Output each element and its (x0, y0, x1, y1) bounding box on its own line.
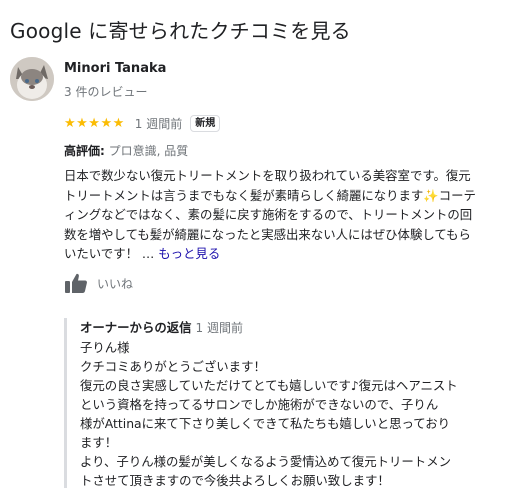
section-title: Google に寄せられたクチコミを見る (10, 19, 351, 43)
owner-reply-header: オーナーからの返信 1 週間前 (80, 318, 508, 336)
review-text-tail: いたいです！ … (64, 246, 155, 261)
owner-reply-line: より、子りん様の髪が美しくなるよう愛情込めて復元トリートメン (80, 454, 451, 469)
reviews-panel: Google に寄せられたクチコミを見る Minori Tanaka 3 件のレ… (0, 0, 510, 502)
positive-points: 高評価: プロ意識, 品質 (64, 142, 188, 159)
owner-reply-line: 様がAttinaに来て下さり美しくできて私たちも嬉しいと思っており (80, 416, 451, 431)
positive-points-label: 高評価: (64, 144, 105, 158)
review-text-line: 日本で数少ない復元トリートメントを取り扱われている美容室です。復元 (64, 168, 471, 183)
review-text-line: 数を増やしても髪が綺麗になったと実感出来ない人にはぜひ体験してもら (64, 226, 471, 242)
star-rating: ★★★★★ (64, 115, 125, 131)
owner-reply: オーナーからの返信 1 週間前 子りん様 クチコミありがとうございます！ 復元の良… (80, 318, 508, 490)
review-text-last-line: いたいです！ … もっと見る (64, 244, 500, 264)
more-link[interactable]: もっと見る (158, 246, 220, 261)
cat-photo-avatar-icon (10, 57, 54, 101)
review-text-line: トリートメントは言うまでもなく髪が素晴らしく綺麗になります✨コーテ (64, 187, 476, 203)
like-label: いいね (97, 276, 134, 291)
like-button[interactable]: いいね (64, 272, 133, 294)
owner-reply-line: クチコミありがとうございます！ (80, 359, 266, 374)
review-text: 日本で数少ない復元トリートメントを取り扱われている美容室です。復元 トリートメン… (64, 166, 500, 264)
reviewer-review-count: 3 件のレビュー (64, 85, 148, 99)
owner-reply-text: 子りん様 クチコミありがとうございます！ 復元の良さ実感していただけてとても嬉し… (80, 338, 508, 490)
owner-reply-line: という資格を持ってるサロンでしか施術ができないので、子りん (80, 397, 439, 412)
owner-reply-time: 1 週間前 (195, 321, 243, 335)
review-text-line: ィングなどではなく、素の髪に戻す施術をするので、トリートメントの回 (64, 207, 473, 222)
avatar[interactable] (10, 57, 54, 101)
owner-reply-line: 復元の良さ実感していただけてとても嬉しいです♪復元はヘアニスト (80, 378, 458, 393)
owner-reply-line: ます！ (80, 435, 118, 450)
rating-row: ★★★★★ 1 週間前 新規 (64, 114, 221, 132)
thumbs-up-icon (65, 273, 87, 293)
reply-divider (64, 318, 67, 488)
positive-points-value: プロ意識, 品質 (108, 144, 189, 158)
owner-reply-heading: オーナーからの返信 (80, 320, 192, 335)
new-badge: 新規 (190, 114, 221, 132)
review-time: 1 週間前 (134, 116, 183, 131)
owner-reply-line: トさせて頂きますので今後共よろしくお願い致します！ (80, 473, 390, 488)
owner-reply-line: 子りん様 (80, 340, 130, 355)
reviewer-name[interactable]: Minori Tanaka (64, 61, 166, 76)
